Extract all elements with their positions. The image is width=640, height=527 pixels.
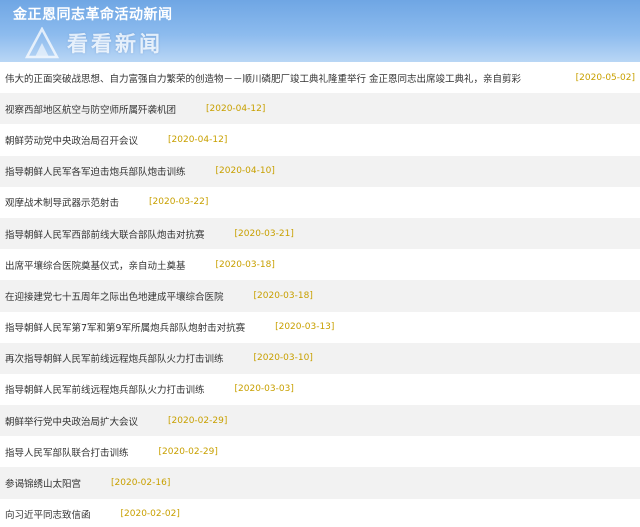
news-date: [2020-03-18] — [215, 259, 275, 270]
page-header: 金正恩同志革命活动新闻 看看新闻 — [0, 0, 640, 62]
news-title[interactable]: 在迎接建党七十五周年之际出色地建成平壤综合医院 — [5, 289, 224, 303]
news-list: 伟大的正面突破战思想、自力富强自力繁荣的创造物－－顺川磷肥厂竣工典礼隆重举行 金… — [0, 62, 640, 527]
watermark: 看看新闻 — [25, 26, 163, 60]
news-date: [2020-03-10] — [253, 353, 313, 364]
news-date: [2020-03-03] — [234, 384, 294, 395]
news-title[interactable]: 朝鲜劳动党中央政治局召开会议 — [5, 133, 138, 147]
news-date: [2020-03-13] — [275, 322, 335, 333]
news-date: [2020-03-21] — [234, 228, 294, 239]
news-row[interactable]: 朝鲜劳动党中央政治局召开会议 [2020-04-12] — [0, 124, 640, 155]
news-date: [2020-03-18] — [253, 290, 313, 301]
news-row[interactable]: 出席平壤综合医院奠基仪式，亲自动土奠基 [2020-03-18] — [0, 249, 640, 280]
news-title[interactable]: 指导朝鲜人民军前线远程炮兵部队火力打击训练 — [5, 382, 205, 396]
news-row[interactable]: 指导朝鲜人民军西部前线大联合部队炮击对抗赛 [2020-03-21] — [0, 217, 640, 250]
news-row[interactable]: 参谒锦绣山太阳宫 [2020-02-16] — [0, 467, 640, 499]
news-date: [2020-02-29] — [158, 446, 218, 457]
news-title[interactable]: 指导朝鲜人民军各军迫击炮兵部队炮击训练 — [5, 164, 186, 178]
news-row[interactable]: 指导朝鲜人民军前线远程炮兵部队火力打击训练 [2020-03-03] — [0, 374, 640, 405]
news-date: [2020-02-02] — [120, 509, 180, 520]
news-title[interactable]: 伟大的正面突破战思想、自力富强自力繁荣的创造物－－顺川磷肥厂竣工典礼隆重举行 金… — [5, 71, 521, 85]
news-title[interactable]: 朝鲜举行党中央政治局扩大会议 — [5, 414, 138, 428]
news-title[interactable]: 指导朝鲜人民军西部前线大联合部队炮击对抗赛 — [5, 227, 205, 241]
news-date: [2020-04-12] — [168, 134, 228, 145]
news-row[interactable]: 再次指导朝鲜人民军前线远程炮兵部队火力打击训练 [2020-03-10] — [0, 342, 640, 374]
news-title[interactable]: 再次指导朝鲜人民军前线远程炮兵部队火力打击训练 — [5, 351, 224, 365]
page-title: 金正恩同志革命活动新闻 — [13, 7, 173, 23]
news-row[interactable]: 观摩战术制导武器示范射击 [2020-03-22] — [0, 187, 640, 218]
news-title[interactable]: 观摩战术制导武器示范射击 — [5, 195, 119, 209]
news-date: [2020-05-02] — [575, 72, 635, 83]
news-row[interactable]: 视察西部地区航空与防空师所属歼袭机团 [2020-04-12] — [0, 93, 640, 125]
news-row[interactable]: 朝鲜举行党中央政治局扩大会议 [2020-02-29] — [0, 405, 640, 437]
news-row[interactable]: 在迎接建党七十五周年之际出色地建成平壤综合医院 [2020-03-18] — [0, 280, 640, 312]
news-title[interactable]: 指导人民军部队联合打击训练 — [5, 445, 129, 459]
news-title[interactable]: 出席平壤综合医院奠基仪式，亲自动土奠基 — [5, 258, 186, 272]
logo-icon — [25, 27, 59, 59]
news-row[interactable]: 向习近平同志致信函 [2020-02-02] — [0, 499, 640, 527]
news-row[interactable]: 指导朝鲜人民军第7军和第9军所属炮兵部队炮射击对抗赛 [2020-03-13] — [0, 312, 640, 343]
news-date: [2020-04-12] — [206, 103, 266, 114]
news-date: [2020-02-16] — [111, 478, 171, 489]
news-title[interactable]: 参谒锦绣山太阳宫 — [5, 476, 81, 490]
news-title[interactable]: 视察西部地区航空与防空师所属歼袭机团 — [5, 102, 176, 116]
news-row[interactable]: 伟大的正面突破战思想、自力富强自力繁荣的创造物－－顺川磷肥厂竣工典礼隆重举行 金… — [0, 62, 640, 93]
news-row[interactable]: 指导朝鲜人民军各军迫击炮兵部队炮击训练 [2020-04-10] — [0, 155, 640, 187]
news-date: [2020-03-22] — [149, 197, 209, 208]
news-date: [2020-02-29] — [168, 415, 228, 426]
news-title[interactable]: 向习近平同志致信函 — [5, 507, 91, 521]
news-title[interactable]: 指导朝鲜人民军第7军和第9军所属炮兵部队炮射击对抗赛 — [5, 320, 245, 334]
news-row[interactable]: 指导人民军部队联合打击训练 [2020-02-29] — [0, 436, 640, 467]
news-date: [2020-04-10] — [215, 166, 275, 177]
watermark-text: 看看新闻 — [67, 32, 163, 56]
